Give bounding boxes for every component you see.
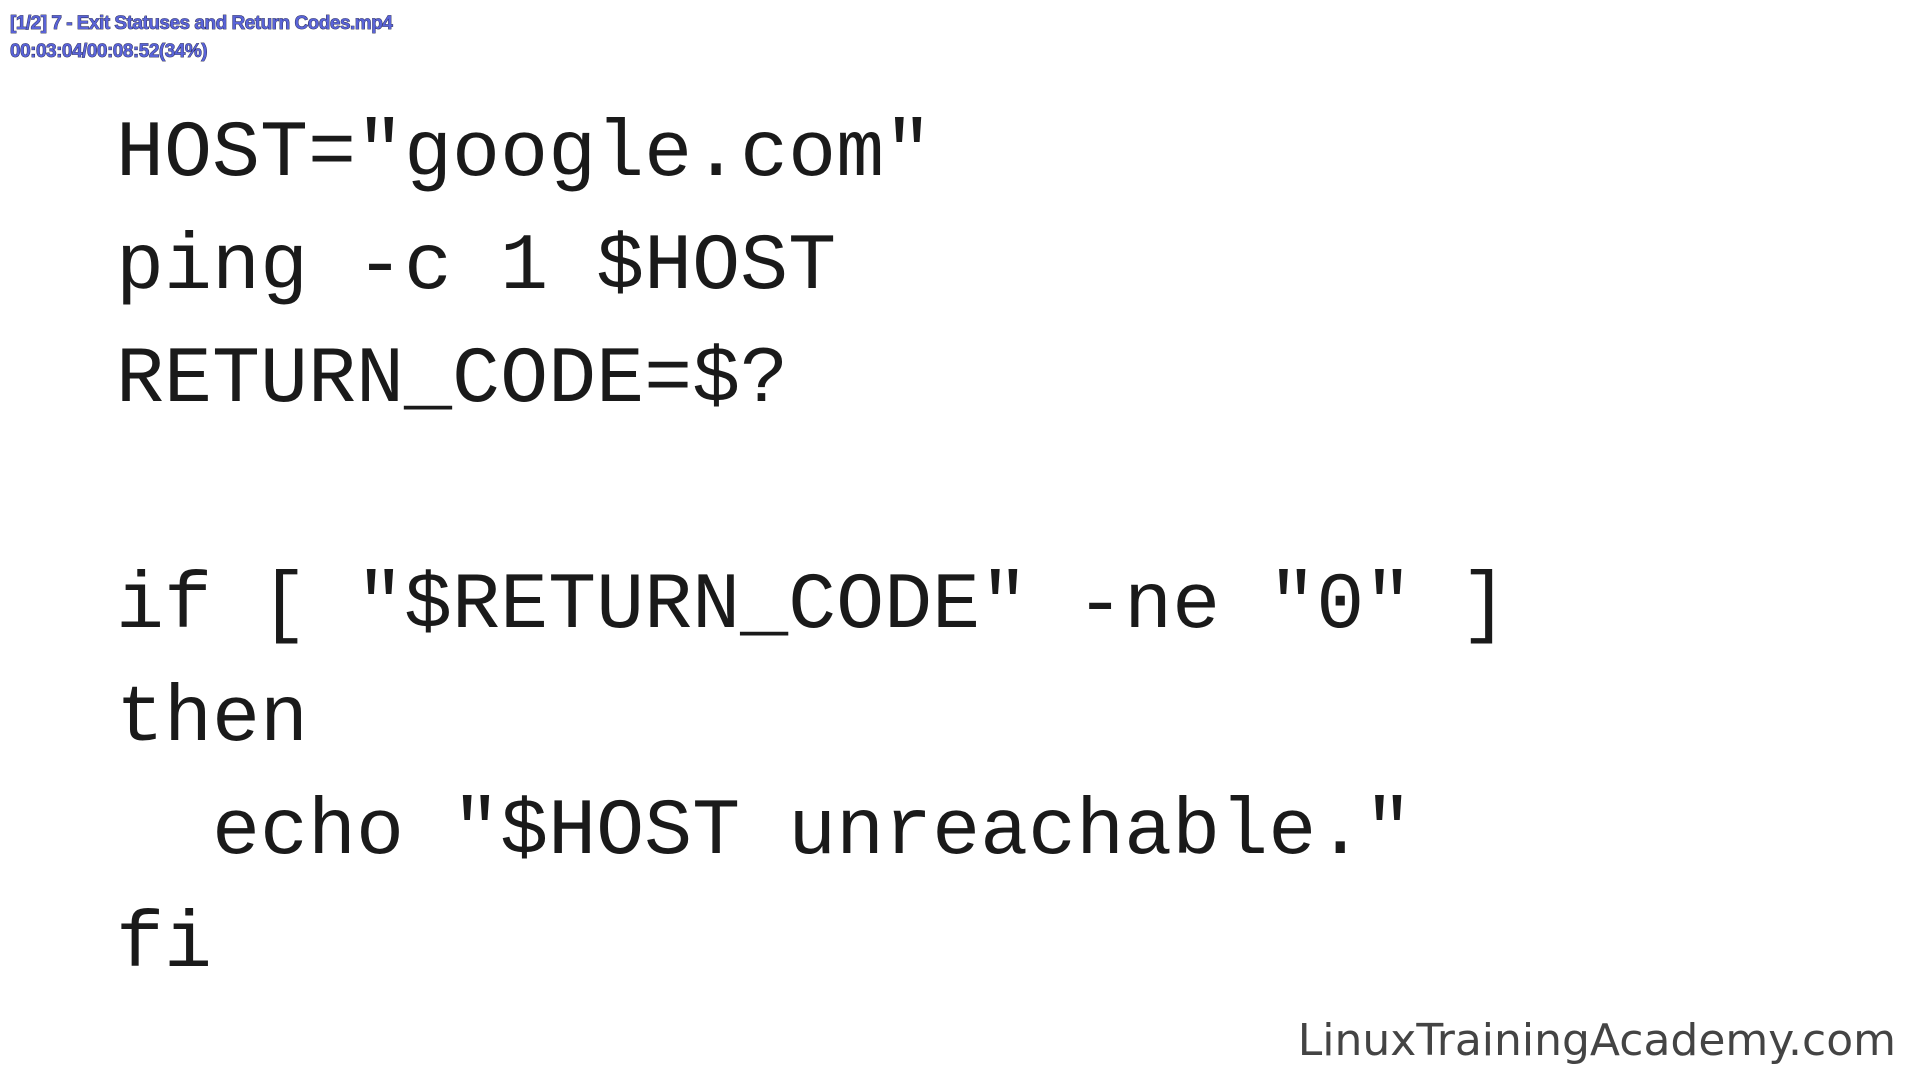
site-watermark: LinuxTrainingAcademy.com: [1297, 1015, 1896, 1066]
code-line-5: if [ "$RETURN_CODE" -ne "0" ]: [116, 561, 1509, 652]
code-line-3: RETURN_CODE=$?: [116, 335, 789, 426]
code-line-2: ping -c 1 $HOST: [116, 222, 837, 313]
code-line-7: echo "$HOST unreachable.": [116, 787, 1413, 878]
code-line-1: HOST="google.com": [116, 109, 933, 200]
code-slide: HOST="google.com" ping -c 1 $HOST RETURN…: [116, 0, 1816, 1080]
code-line-6: then: [116, 674, 309, 765]
code-line-8: fi: [116, 900, 213, 991]
